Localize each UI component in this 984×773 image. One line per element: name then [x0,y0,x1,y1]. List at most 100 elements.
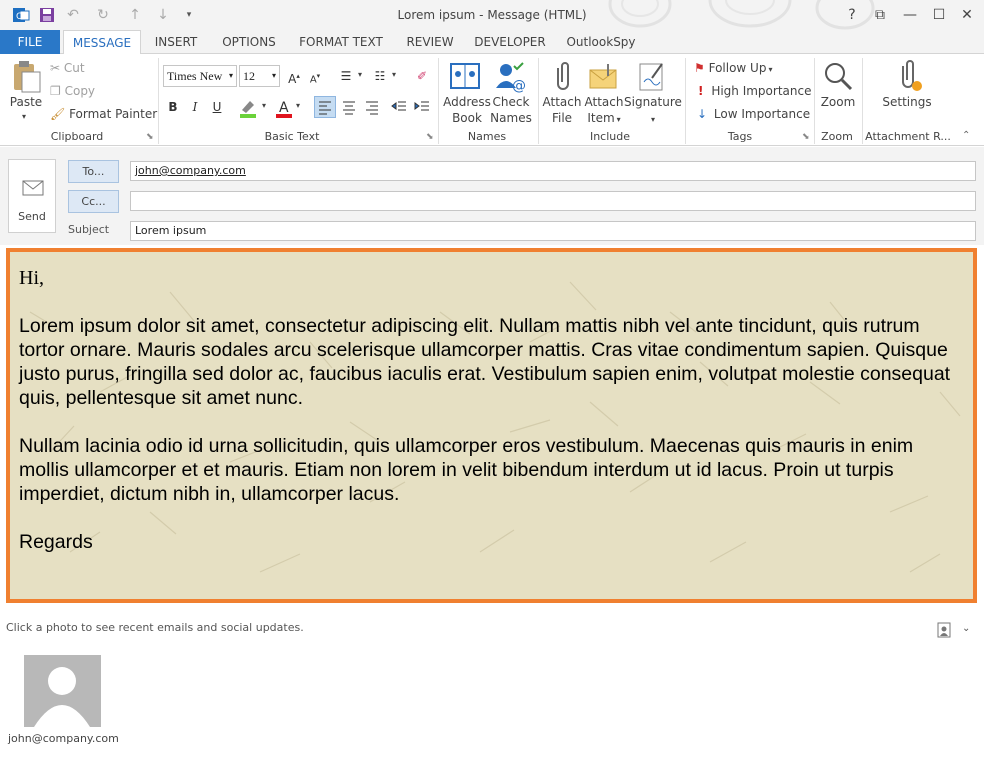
window-title: Lorem ipsum - Message (HTML) [397,8,587,22]
align-right-icon[interactable] [362,97,382,120]
tab-insert[interactable]: INSERT [150,30,202,54]
paste-button[interactable]: Paste [6,94,46,110]
basic-text-launcher-icon[interactable]: ⬊ [426,132,434,142]
copy-icon: ❐ [50,84,61,98]
cc-button[interactable]: Cc... [68,190,119,213]
basic-text-group-label: Basic Text [264,130,320,143]
divider [862,58,863,144]
format-painter-button[interactable]: 🖌 Format Painter [50,107,157,121]
flag-icon: ⚑ [694,61,705,75]
zoom-button[interactable]: Zoom [816,94,860,110]
chevron-down-icon[interactable]: ▾ [358,70,362,79]
copy-button[interactable]: ❐ Copy [50,84,95,98]
font-name-combo[interactable]: Times New ▾ [163,65,237,87]
clear-formatting-icon[interactable]: ✐ [412,66,432,86]
send-button[interactable]: Send [8,159,56,233]
tab-message[interactable]: MESSAGE [63,30,141,55]
signature-button[interactable]: Signature ▾ [624,94,682,128]
magnifier-icon [822,60,854,95]
chevron-down-icon[interactable]: ▾ [262,101,266,110]
check-names-icon: @ [494,60,528,97]
include-group-label: Include [589,130,631,143]
chevron-down-icon: ▾ [271,71,276,80]
check-names-button[interactable]: Check Names [488,94,534,126]
down-arrow-icon: ↓ [697,107,708,121]
subject-label: Subject [68,223,110,236]
chevron-down-icon: ▾ [768,65,773,74]
chevron-down-icon: ▾ [228,71,233,80]
address-book-icon [448,60,482,97]
attach-file-button[interactable]: Attach File [540,94,584,126]
paperclip-icon [548,60,578,97]
attach-item-button[interactable]: Attach Item ▾ [582,94,626,128]
zoom-group-label: Zoom [821,130,853,143]
clipboard-launcher-icon[interactable]: ⬊ [146,132,154,142]
chevron-down-icon[interactable]: ▾ [392,70,396,79]
chevron-down-icon[interactable]: ▾ [296,101,300,110]
numbering-icon[interactable]: ☷ [370,66,390,86]
follow-up-button[interactable]: ⚑ Follow Up ▾ [694,61,772,75]
collapse-ribbon-icon[interactable]: ⌃ [962,130,970,141]
cut-button[interactable]: ✂ Cut [50,61,85,75]
svg-text:A: A [279,100,289,116]
chevron-down-icon: ▾ [616,115,621,124]
cc-field[interactable] [130,191,976,211]
chevron-down-icon: ▾ [650,115,655,124]
tags-launcher-icon[interactable]: ⬊ [802,132,810,142]
maximize-button[interactable]: ☐ [927,4,951,26]
cut-icon: ✂ [50,61,61,75]
format-painter-icon: 🖌 [50,107,66,121]
message-text[interactable]: Hi, Lorem ipsum dolor sit amet, consecte… [19,266,964,578]
align-center-icon[interactable] [339,97,359,120]
contact-email[interactable]: john@company.com [8,732,119,745]
bullets-icon[interactable]: ☰ [336,66,356,86]
tab-format-text[interactable]: FORMAT TEXT [296,30,386,54]
font-color-icon[interactable]: A [274,98,296,121]
low-importance-button[interactable]: ↓ Low Importance [694,107,810,121]
avatar[interactable] [24,655,101,727]
font-size-combo[interactable]: 12 ▾ [239,65,280,87]
to-field[interactable]: john@company.com [130,161,976,181]
clipboard-group-label: Clipboard [50,130,104,143]
title-bar: O ↶ ↻ ↑ ↓ ▾ Lorem ipsum - Message (HTML)… [0,0,984,30]
closing: Regards [19,531,93,553]
grow-font-icon[interactable]: A▴ [284,66,304,86]
ribbon: Paste ▾ ✂ Cut ❐ Copy 🖌 Format Painter Cl… [0,54,984,146]
ribbon-display-button[interactable]: ⧉ [868,4,892,26]
expand-pane-icon[interactable]: ⌄ [962,623,970,634]
greeting: Hi, [19,267,44,289]
tab-outlookspy[interactable]: OutlookSpy [562,30,640,54]
tab-file[interactable]: FILE [0,30,60,54]
attachment-settings-icon [893,60,925,97]
paste-icon[interactable] [10,60,42,97]
subject-field[interactable]: Lorem ipsum [130,221,976,241]
shrink-font-icon[interactable]: A▾ [305,66,325,86]
tab-review[interactable]: REVIEW [402,30,458,54]
decrease-indent-icon[interactable] [390,97,410,120]
to-button[interactable]: To... [68,160,119,183]
ribbon-tabs: FILE MESSAGE INSERT OPTIONS FORMAT TEXT … [0,30,984,55]
settings-button[interactable]: Settings [876,94,938,110]
bold-button[interactable]: B [163,97,183,117]
address-book-button[interactable]: Address Book [442,94,492,126]
paste-dropdown-icon[interactable]: ▾ [22,112,26,121]
compose-header: Send To... Cc... Subject john@company.co… [0,147,984,245]
underline-button[interactable]: U [207,97,227,117]
help-button[interactable]: ? [840,4,864,26]
minimize-button[interactable]: — [898,4,922,26]
increase-indent-icon[interactable] [413,97,433,120]
names-group-label: Names [467,130,507,143]
tab-options[interactable]: OPTIONS [218,30,280,54]
contact-card-icon[interactable] [936,621,954,642]
svg-text:@: @ [512,78,526,94]
close-button[interactable]: ✕ [955,4,979,26]
tab-developer[interactable]: DEVELOPER [472,30,548,54]
highlight-icon[interactable] [238,98,260,121]
align-left-icon[interactable] [314,96,336,118]
people-pane: Click a photo to see recent emails and s… [0,607,984,773]
message-body[interactable]: Hi, Lorem ipsum dolor sit amet, consecte… [6,248,977,603]
attachment-group-label: Attachment R... [865,130,951,143]
high-importance-button[interactable]: ! High Importance [694,84,811,98]
attach-item-icon [588,60,622,97]
italic-button[interactable]: I [185,97,205,117]
